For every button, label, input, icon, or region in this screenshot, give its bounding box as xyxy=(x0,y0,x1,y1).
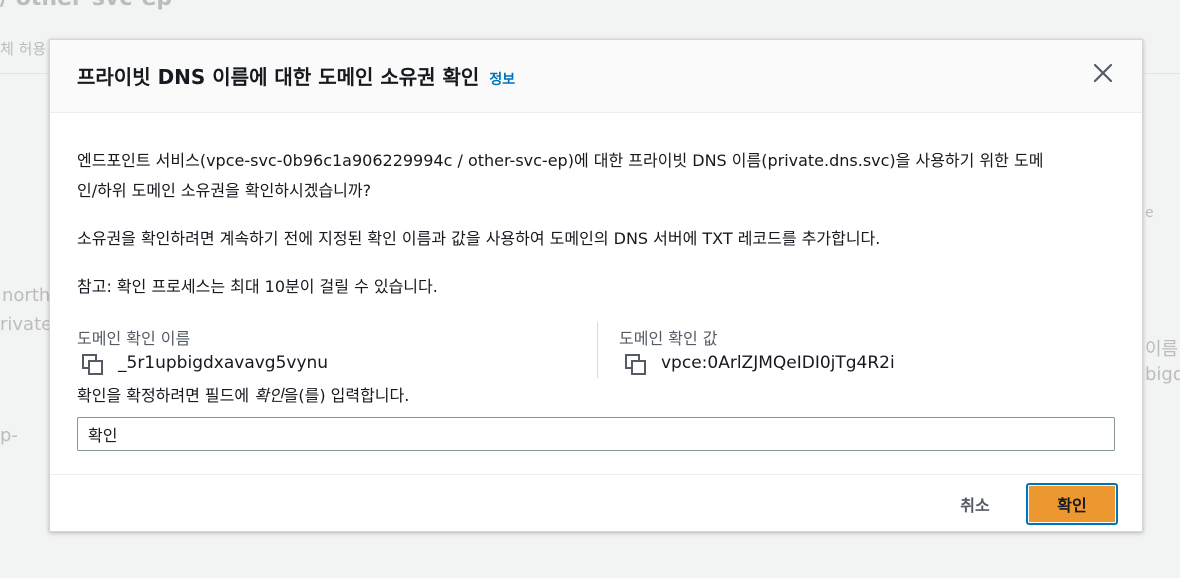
confirm-prompt-prefix: 확인을 확정하려면 필드에 xyxy=(77,386,255,405)
verification-value-value: vpce:0ArlZJMQeIDI0jTg4R2i xyxy=(661,353,895,373)
bg-right-fragment-1: 이름 xyxy=(1145,339,1179,360)
confirm-prompt-keyword: 확인 xyxy=(254,386,284,405)
copy-value-button[interactable] xyxy=(624,353,648,377)
cancel-button[interactable]: 취소 xyxy=(940,483,1010,525)
column-divider xyxy=(597,322,598,378)
verify-domain-ownership-dialog: 프라이빗 DNS 이름에 대한 도메인 소유권 확인 정보 엔드포인트 서비스(v… xyxy=(49,39,1143,532)
dialog-header: 프라이빗 DNS 이름에 대한 도메인 소유권 확인 정보 xyxy=(50,40,1142,113)
info-link[interactable]: 정보 xyxy=(489,72,515,88)
close-icon xyxy=(1093,63,1113,83)
footer-divider xyxy=(50,474,1142,475)
bg-page-title-fragment: / other-svc-ep xyxy=(0,0,172,11)
confirm-prompt-suffix: 을(를) 입력합니다. xyxy=(283,386,410,405)
bg-right-fragment-3: e xyxy=(1145,205,1154,221)
close-button[interactable] xyxy=(1090,60,1116,86)
copy-name-button[interactable] xyxy=(81,353,105,377)
verification-name-label: 도메인 확인 이름 xyxy=(77,329,191,348)
bg-left-fragment-2: rivate xyxy=(0,314,53,335)
note-paragraph: 참고: 확인 프로세스는 최대 10분이 걸릴 수 있습니다. xyxy=(77,277,438,296)
copy-icon xyxy=(82,354,103,375)
dialog-title-text: 프라이빗 DNS 이름에 대한 도메인 소유권 확인 xyxy=(77,65,480,89)
verification-value-label: 도메인 확인 값 xyxy=(619,329,718,348)
bg-left-fragment-1: north xyxy=(2,285,51,306)
bg-tab-fragment: 체 허용 xyxy=(0,40,47,58)
copy-icon xyxy=(625,354,646,375)
bg-right-fragment-2: bigd xyxy=(1145,364,1180,385)
confirm-text-input[interactable] xyxy=(77,417,1115,451)
verification-name-value: _5r1upbigdxavavg5vynu xyxy=(118,353,329,373)
dialog-title: 프라이빗 DNS 이름에 대한 도메인 소유권 확인 정보 xyxy=(77,61,515,90)
bg-left-fragment-3: p- xyxy=(0,425,18,446)
description-paragraph: 엔드포인트 서비스(vpce-svc-0b96c1a906229994c / o… xyxy=(77,146,1127,206)
confirm-button[interactable]: 확인 xyxy=(1026,483,1118,525)
confirm-prompt: 확인을 확정하려면 필드에 확인을(를) 입력합니다. xyxy=(77,381,409,411)
description-line-2: 인/하위 도메인 소유권을 확인하시겠습니까? xyxy=(77,181,372,200)
description-line-1: 엔드포인트 서비스(vpce-svc-0b96c1a906229994c / o… xyxy=(77,151,1044,170)
instruction-paragraph: 소유권을 확인하려면 계속하기 전에 지정된 확인 이름과 값을 사용하여 도메… xyxy=(77,229,881,248)
